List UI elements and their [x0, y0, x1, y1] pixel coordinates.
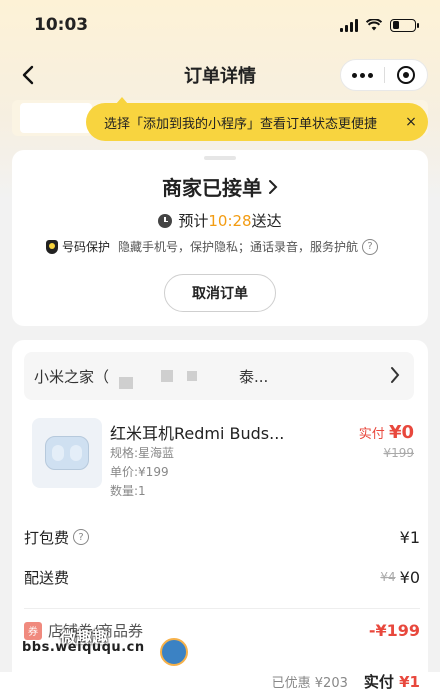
product-original-price: ¥199 — [383, 446, 414, 460]
delivery-fee-value: ¥0 — [399, 567, 420, 587]
product-quantity: 数量:1 — [110, 484, 146, 498]
redacted-block — [119, 377, 134, 389]
watermark-mascot-icon — [160, 638, 188, 666]
number-protection-title: 号码保护 — [62, 240, 111, 254]
help-icon[interactable]: ? — [73, 529, 90, 545]
add-to-my-programs-tooltip[interactable]: 选择「添加到我的小程序」查看订单状态更便捷 × — [86, 97, 428, 141]
delivery-fee-original: ¥4 — [380, 570, 396, 584]
drag-handle[interactable] — [204, 156, 236, 160]
status-icons — [340, 18, 419, 32]
redacted-block — [187, 371, 198, 381]
product-unit-price: 单价:¥199 — [110, 465, 169, 479]
tooltip-text: 选择「添加到我的小程序」查看订单状态更便捷 — [104, 116, 378, 132]
total-paid: 实付 ¥1 — [364, 671, 420, 690]
paid-label: 实付 — [358, 427, 385, 442]
help-icon[interactable]: ? — [362, 238, 379, 255]
chevron-right-icon — [390, 366, 400, 388]
eta-suffix: 送达 — [251, 212, 282, 230]
status-bar: 10:03 — [0, 0, 440, 50]
eta-prefix: 预计 — [178, 212, 209, 230]
store-row[interactable]: 小米之家（ 泰... — [24, 352, 414, 400]
product-paid-price: 实付 ¥0 — [359, 422, 414, 443]
order-status-title[interactable]: 商家已接单 — [12, 172, 428, 201]
shield-icon — [46, 239, 58, 254]
eta-time: 10:28 — [208, 211, 252, 230]
number-protection-row: 号码保护 隐藏手机号，保护隐私；通话录音，服务护航 ? — [46, 238, 379, 255]
total-paid-label: 实付 — [363, 672, 394, 690]
number-protection-desc: 隐藏手机号，保护隐私；通话录音，服务护航 — [118, 240, 359, 254]
back-button[interactable] — [14, 61, 42, 89]
chevron-left-icon — [22, 65, 34, 85]
coupon-icon: 券 — [24, 621, 42, 640]
mini-program-capsule — [340, 59, 428, 91]
product-item[interactable]: 红米耳机Redmi Buds... 规格:星海蓝 单价:¥199 数量:1 实付… — [24, 412, 420, 502]
page-title: 订单详情 — [184, 66, 256, 87]
watermark-url: bbs.weiququ.cn — [22, 640, 145, 655]
order-summary-bar: 已优惠 ¥203 实付 ¥1 — [0, 672, 440, 690]
total-paid-amount: ¥1 — [399, 672, 420, 690]
status-time: 10:03 — [34, 15, 89, 35]
more-menu-button[interactable] — [341, 60, 384, 90]
redacted-block — [161, 370, 174, 382]
store-name-tail: 泰... — [239, 367, 269, 386]
order-status-card: 商家已接单 预计 10:28 送达 号码保护 隐藏手机号，保护隐私；通话录音，服… — [12, 150, 428, 326]
delivery-fee-row: 配送费 ¥4 ¥0 — [24, 562, 420, 592]
delivery-fee-label: 配送费 — [24, 568, 70, 587]
nav-bar: 订单详情 — [0, 52, 440, 98]
product-image — [32, 418, 102, 488]
target-icon — [396, 66, 415, 84]
paid-amount: ¥0 — [388, 422, 414, 443]
packing-fee-row: 打包费 ? ¥1 — [24, 522, 420, 552]
close-mini-program-button[interactable] — [385, 60, 428, 90]
product-spec: 规格:星海蓝 — [110, 446, 175, 460]
coupon-value: -¥199 — [368, 621, 420, 640]
cellular-signal-icon — [340, 18, 358, 32]
store-name: 小米之家（ — [34, 367, 110, 386]
earbuds-case-icon — [45, 436, 89, 470]
tooltip-close-button[interactable]: × — [402, 114, 420, 130]
battery-icon — [390, 18, 419, 32]
discount-total: 已优惠 ¥203 — [271, 675, 348, 690]
product-name: 红米耳机Redmi Buds... — [110, 424, 285, 443]
eta-row: 预计 10:28 送达 — [12, 210, 428, 231]
chevron-right-icon — [268, 176, 278, 200]
clock-icon — [158, 213, 173, 228]
cancel-order-button[interactable]: 取消订单 — [164, 274, 276, 312]
packing-fee-label: 打包费 — [24, 528, 70, 547]
order-status-text: 商家已接单 — [162, 176, 262, 200]
product-specs: 规格:星海蓝 单价:¥199 数量:1 — [110, 444, 174, 501]
wifi-icon — [366, 19, 382, 31]
packing-fee-value: ¥1 — [399, 527, 420, 547]
